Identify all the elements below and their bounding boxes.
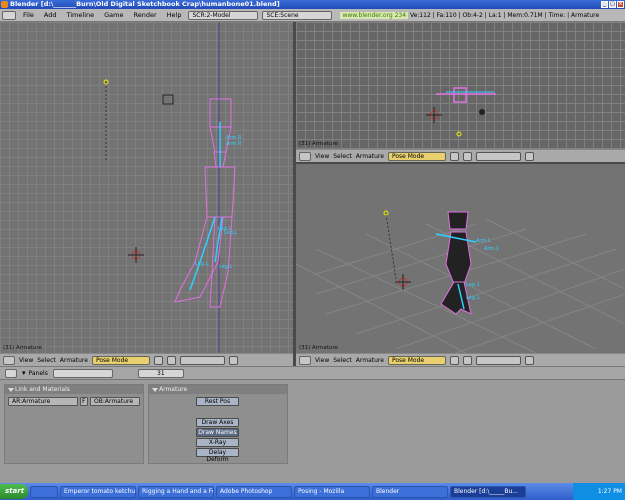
viewport-header-perspective: View Select Armature Pose Mode — [296, 353, 625, 366]
menu-timeline[interactable]: Timeline — [61, 11, 99, 19]
layer-buttons[interactable] — [475, 151, 521, 161]
stats-bar: www.blender.org 234 Ve:112 | Fa:110 | Ob… — [340, 11, 600, 19]
close-button[interactable]: × — [617, 1, 624, 8]
menu-render[interactable]: Render — [128, 11, 161, 19]
layer-buttons[interactable] — [179, 355, 225, 365]
rest-pos-toggle[interactable]: Rest Pos — [196, 397, 239, 406]
bone-label: Leg.L — [219, 264, 233, 270]
draw-type-icon[interactable] — [449, 355, 459, 365]
viewport-label: (31) Armature — [3, 345, 42, 351]
select-menu[interactable]: Select — [37, 357, 56, 364]
viewport-header-top: View Select Armature Pose Mode — [296, 149, 625, 162]
editor-type-button[interactable] — [299, 151, 311, 161]
taskbar-item[interactable]: Blender [d:\_____Bu... — [450, 485, 526, 498]
panel-title[interactable]: Armature — [149, 385, 287, 394]
bone-label: Leg.L — [224, 230, 238, 236]
top-view-scene — [426, 87, 496, 137]
armature-menu[interactable]: Armature — [356, 153, 384, 160]
bone-label: Arm.1 — [484, 246, 499, 252]
editor-type-button[interactable] — [5, 368, 17, 378]
window-titlebar: Blender [d:\_______Burn\Old Digital Sket… — [0, 0, 625, 9]
front-view-scene: Arm.R Arm.R Leg.L Leg.L Leg.L Leg.L — [103, 22, 242, 353]
blender-url[interactable]: www.blender.org 234 — [340, 11, 409, 19]
taskbar-item[interactable]: Blender — [372, 485, 448, 498]
pivot-icon[interactable] — [462, 355, 472, 365]
editor-type-button[interactable] — [3, 355, 15, 365]
bone-label: Leg.1 — [466, 282, 480, 288]
bone-label: Arm.L — [476, 238, 491, 244]
menu-add[interactable]: Add — [39, 11, 62, 19]
frame-field[interactable]: 31 — [137, 368, 184, 378]
taskbar-item[interactable]: Posing - Mozilla — [294, 485, 370, 498]
view-menu[interactable]: View — [315, 357, 329, 364]
main-menubar: File Add Timeline Game Render Help SCR:2… — [0, 9, 625, 22]
delay-deform-toggle[interactable]: Delay Deform — [196, 448, 239, 463]
system-tray-clock: 1:27 PM — [573, 483, 625, 500]
mode-selector[interactable]: Pose Mode — [387, 151, 446, 161]
lock-icon[interactable] — [228, 355, 238, 365]
mode-selector[interactable]: Pose Mode — [91, 355, 150, 365]
bone-label: Leg.1 — [466, 295, 480, 301]
menu-game[interactable]: Game — [99, 11, 128, 19]
window-title: Blender [d:\_______Burn\Old Digital Sket… — [10, 0, 280, 8]
view-menu[interactable]: View — [19, 357, 33, 364]
collapse-icon[interactable]: ▾ — [22, 369, 26, 377]
xray-toggle[interactable]: X-Ray — [196, 438, 239, 447]
panel-title[interactable]: Link and Materials — [5, 385, 143, 394]
select-menu[interactable]: Select — [333, 153, 352, 160]
mode-selector[interactable]: Pose Mode — [387, 355, 446, 365]
taskbar-item[interactable]: Adobe Photoshop — [216, 485, 292, 498]
viewport-header-front: View Select Armature Pose Mode — [0, 353, 293, 366]
buttons-window: ▾ Panels 31 Link and Materials AR:Armatu… — [0, 367, 625, 483]
lock-icon[interactable] — [524, 355, 534, 365]
scene-selector[interactable]: SCE:Scene — [262, 10, 333, 20]
draw-type-icon[interactable] — [153, 355, 163, 365]
buttons-header: ▾ Panels 31 — [0, 367, 625, 380]
pivot-icon[interactable] — [462, 151, 472, 161]
fake-user-button[interactable]: F — [80, 397, 88, 406]
draw-axes-toggle[interactable]: Draw Axes — [196, 418, 239, 427]
lamp-icon — [162, 94, 174, 105]
lock-icon[interactable] — [524, 151, 534, 161]
viewport-front[interactable]: Arm.R Arm.R Leg.L Leg.L Leg.L Leg.L (31)… — [0, 22, 293, 353]
object-name-field[interactable]: OB:Armature — [90, 397, 140, 406]
link-materials-panel: Link and Materials AR:Armature F OB:Arma… — [4, 384, 144, 464]
context-icons[interactable] — [52, 368, 113, 378]
screen-selector[interactable]: SCR:2-Model — [188, 10, 259, 20]
armature-data-field[interactable]: AR:Armature — [8, 397, 78, 406]
armature-menu[interactable]: Armature — [356, 357, 384, 364]
viewport-label: (31) Armature — [299, 141, 338, 147]
viewport-label: (31) Armature — [299, 345, 338, 351]
menu-file[interactable]: File — [18, 11, 39, 19]
armature-panel: Armature Rest Pos Draw Axes Draw Names X… — [148, 384, 288, 464]
pivot-icon[interactable] — [166, 355, 176, 365]
quick-launch[interactable] — [30, 485, 58, 498]
viewport-top[interactable]: (31) Armature — [296, 22, 625, 149]
editor-type-button[interactable] — [299, 355, 311, 365]
select-menu[interactable]: Select — [333, 357, 352, 364]
panels-label[interactable]: Panels — [29, 370, 48, 377]
bone-label: Leg.L — [195, 261, 209, 267]
draw-type-icon[interactable] — [449, 151, 459, 161]
layer-buttons[interactable] — [475, 355, 521, 365]
bone-label: Arm.R — [226, 141, 242, 147]
taskbar-item[interactable]: Rigging a Hand and a Foo... — [138, 485, 214, 498]
perspective-scene: Arm.L Arm.1 Leg.1 Leg.1 — [296, 210, 625, 353]
stats-text: Ve:112 | Fa:110 | Ob:4-2 | La:1 | Mem:0.… — [409, 11, 600, 19]
windows-taskbar: start Emperor tomato ketchup Rigging a H… — [0, 483, 625, 500]
view-menu[interactable]: View — [315, 153, 329, 160]
start-button[interactable]: start — [0, 484, 28, 499]
blender-icon — [1, 1, 8, 8]
minimize-button[interactable]: _ — [601, 1, 608, 8]
viewport-perspective[interactable]: Arm.L Arm.1 Leg.1 Leg.1 (31) Armature — [296, 164, 625, 353]
taskbar-item[interactable]: Emperor tomato ketchup — [60, 485, 136, 498]
menu-help[interactable]: Help — [162, 11, 187, 19]
maximize-button[interactable]: □ — [609, 1, 616, 8]
draw-names-toggle[interactable]: Draw Names — [196, 428, 239, 437]
editor-type-icon[interactable] — [2, 10, 16, 20]
armature-menu[interactable]: Armature — [60, 357, 88, 364]
